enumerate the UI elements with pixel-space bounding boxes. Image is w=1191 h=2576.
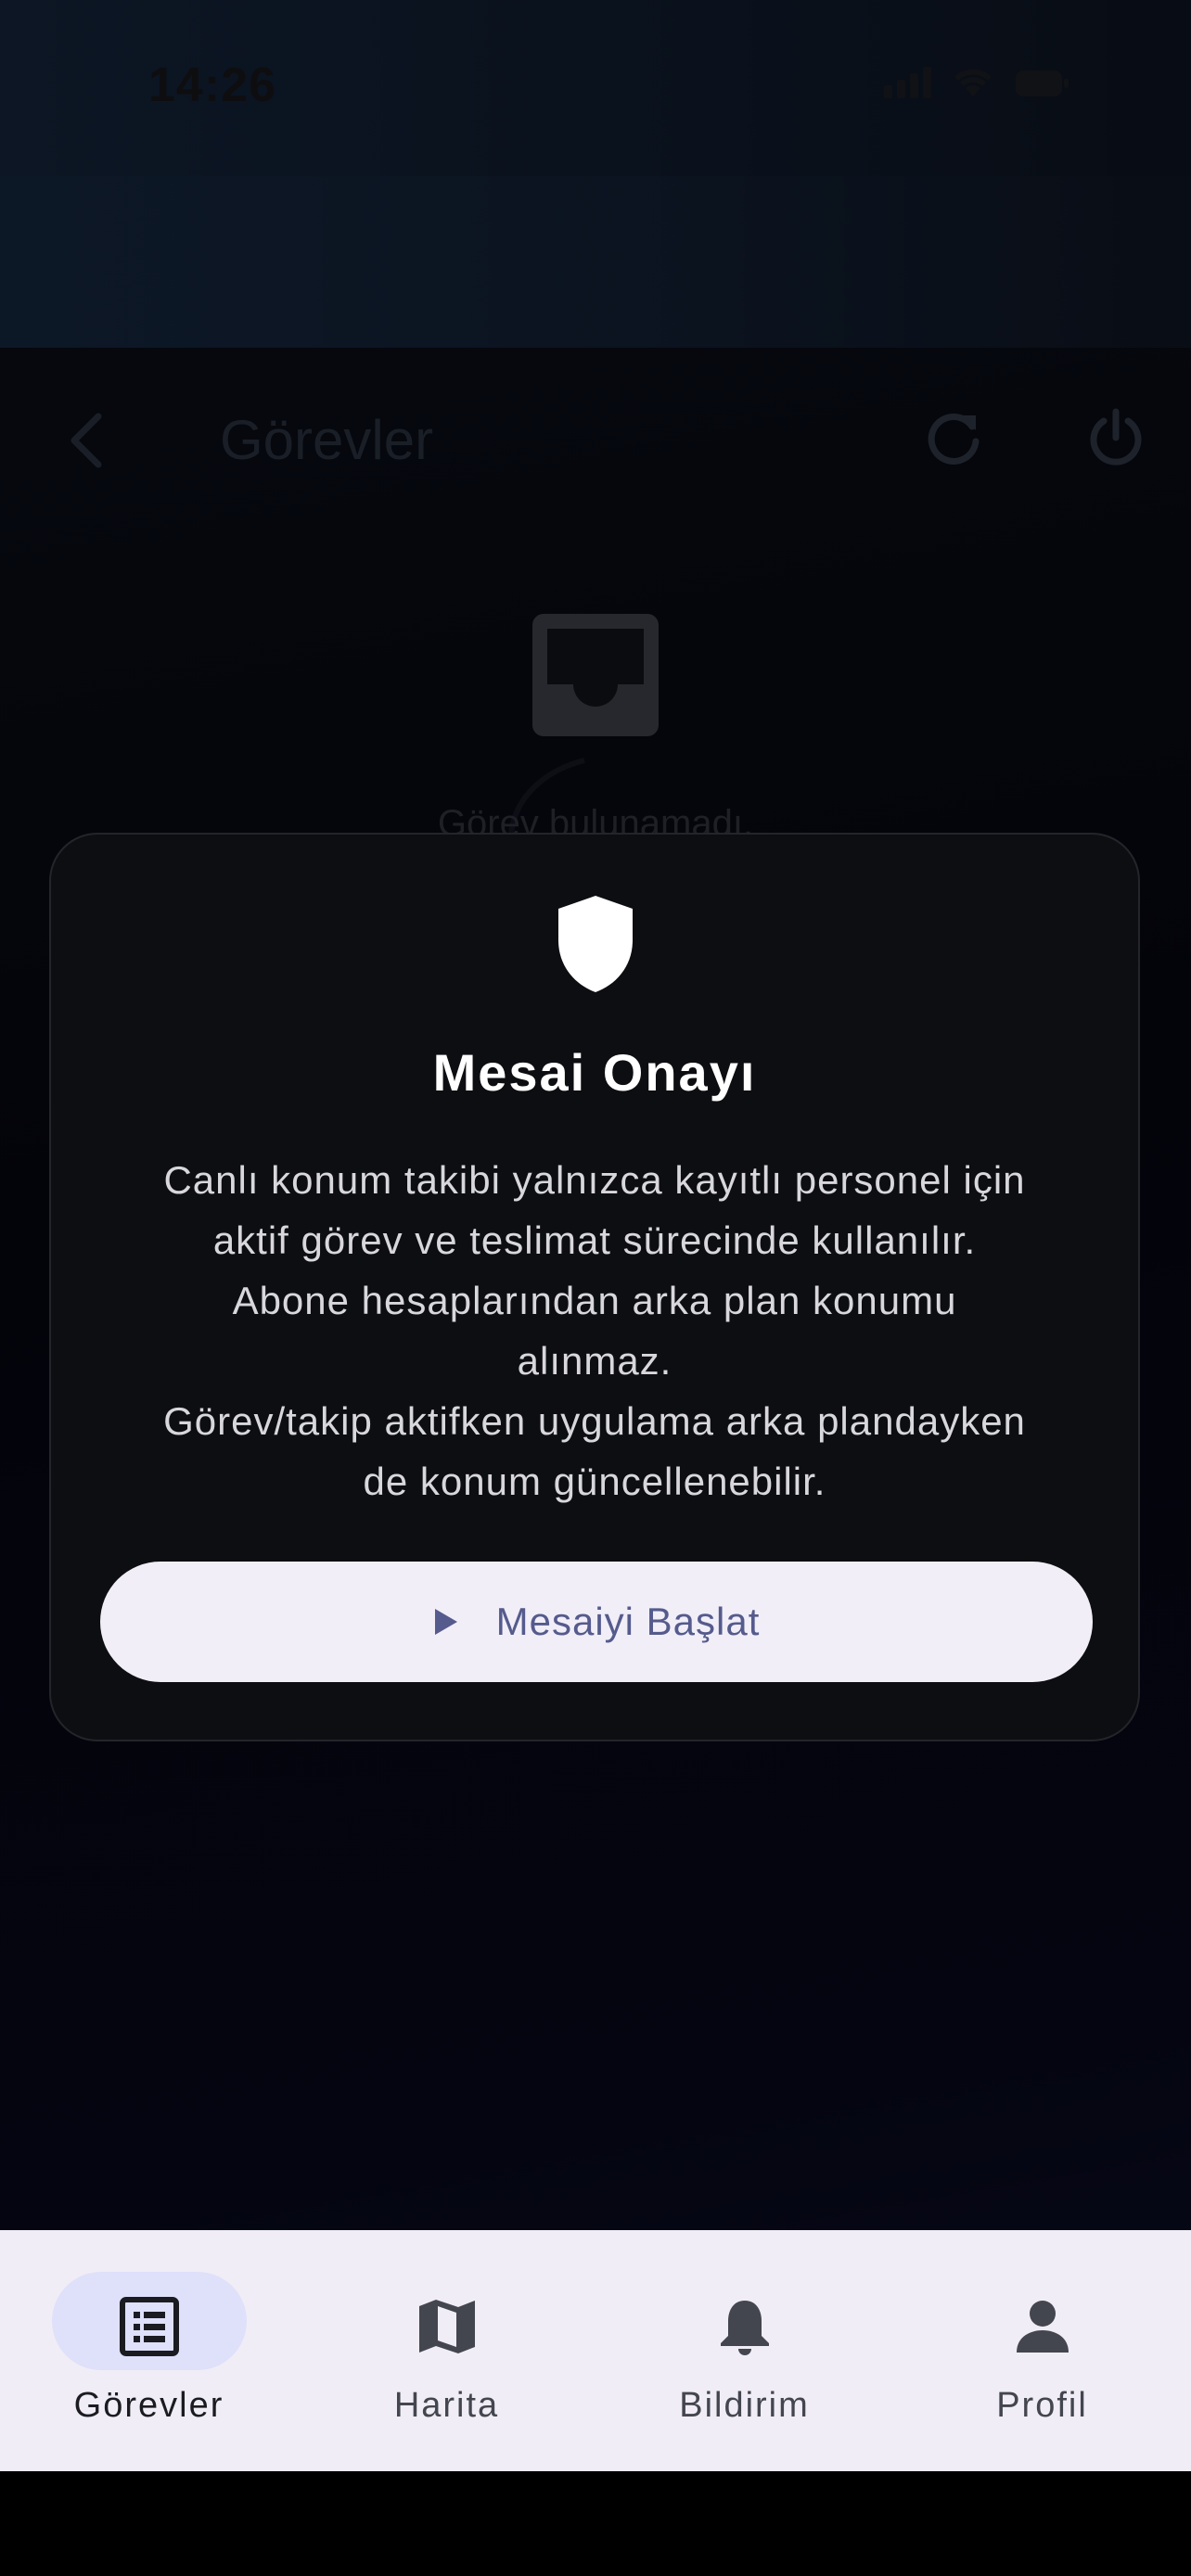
- system-icons: [884, 65, 1070, 98]
- map-icon: [418, 2300, 475, 2353]
- inbox-icon: [532, 614, 659, 736]
- nav-item-notifications[interactable]: Bildirim: [596, 2230, 893, 2471]
- dialog-body-line: Canlı konum takibi yalnızca kayıtlı pers…: [163, 1158, 1026, 1202]
- home-indicator-area: [0, 2471, 1191, 2576]
- dialog-body-line: aktif görev ve teslimat sürecinde kullan…: [212, 1218, 977, 1262]
- dialog-body-line: alınmaz.: [517, 1339, 672, 1383]
- bottom-navigation: Görevler Harita Bildirim Profil: [0, 2230, 1191, 2471]
- shield-icon: [558, 896, 633, 992]
- dialog-body-line: Abone hesaplarından arka plan konumu: [232, 1279, 957, 1322]
- dialog-body-line: Görev/takip aktifken uygulama arka pland…: [163, 1399, 1026, 1443]
- screen: 14:26 Görevler Görev bulunamadı. Mesai O…: [0, 0, 1191, 2576]
- bell-icon: [720, 2301, 769, 2355]
- nav-item-tasks[interactable]: Görevler: [0, 2230, 298, 2471]
- dialog-title: Mesai Onayı: [432, 1043, 757, 1102]
- back-icon[interactable]: [65, 413, 106, 468]
- shift-confirmation-dialog: Mesai Onayı Canlı konum takibi yalnızca …: [49, 833, 1140, 1741]
- person-icon: [1016, 2301, 1069, 2353]
- status-bar: 14:26: [0, 0, 1191, 176]
- wifi-icon: [954, 69, 992, 96]
- battery-icon: [1016, 70, 1069, 96]
- nav-label: Profil: [996, 2386, 1088, 2425]
- dialog-body-line: de konum güncellenebilir.: [363, 1460, 826, 1503]
- start-shift-label: Mesaiyi Başlat: [495, 1600, 761, 1643]
- dialog-body: Canlı konum takibi yalnızca kayıtlı pers…: [88, 1150, 1101, 1511]
- app-bar: Görevler: [0, 176, 1191, 471]
- play-icon: [434, 1609, 457, 1635]
- start-shift-button[interactable]: Mesaiyi Başlat: [100, 1562, 1093, 1682]
- nav-label: Harita: [393, 2386, 500, 2425]
- status-time: 14:26: [148, 58, 276, 112]
- nav-item-profile[interactable]: Profil: [893, 2230, 1191, 2471]
- signal-icon: [884, 67, 931, 98]
- page-title: Görevler: [220, 409, 434, 471]
- nav-label: Görevler: [73, 2386, 224, 2425]
- power-icon[interactable]: [1085, 408, 1146, 469]
- nav-item-map[interactable]: Harita: [298, 2230, 596, 2471]
- nav-label: Bildirim: [679, 2386, 810, 2425]
- refresh-icon[interactable]: [924, 408, 985, 469]
- list-icon: [119, 2297, 179, 2356]
